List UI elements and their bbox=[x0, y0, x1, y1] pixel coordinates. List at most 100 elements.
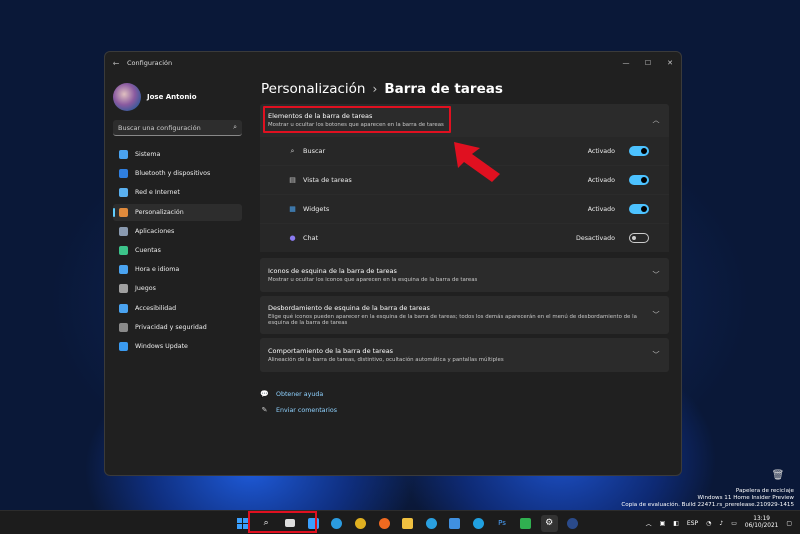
language-indicator[interactable]: ESP bbox=[687, 520, 698, 527]
section-header[interactable]: Comportamiento de la barra de tareas Alin… bbox=[260, 338, 669, 372]
get-help-link[interactable]: 💬 Obtener ayuda bbox=[260, 386, 669, 402]
google-drive-icon[interactable] bbox=[517, 515, 534, 532]
sidebar-item-label: Hora e idioma bbox=[135, 266, 180, 274]
sidebar-item-label: Bluetooth y dispositivos bbox=[135, 170, 211, 178]
sidebar-item-label: Windows Update bbox=[135, 342, 188, 350]
settings-gear-icon[interactable]: ⚙ bbox=[540, 514, 558, 532]
get-help-label: Obtener ayuda bbox=[276, 390, 324, 398]
send-feedback-label: Enviar comentarios bbox=[276, 406, 338, 414]
taskbar-items-header[interactable]: Elementos de la barra de tareas Mostrar … bbox=[260, 104, 669, 136]
wifi-icon[interactable]: ◔ bbox=[706, 520, 711, 527]
person-icon bbox=[119, 245, 128, 255]
section-description: Mostrar u ocultar los iconos que aparece… bbox=[268, 277, 478, 283]
chevron-up-tray-icon[interactable]: ︿ bbox=[646, 519, 652, 528]
sync-app-icon[interactable] bbox=[470, 515, 487, 532]
back-button[interactable]: ← bbox=[105, 59, 127, 68]
sidebar-item-label: Juegos bbox=[135, 285, 156, 293]
taskbar-item-label: Widgets bbox=[303, 205, 330, 213]
close-button[interactable]: ✕ bbox=[659, 59, 681, 67]
page-title: Barra de tareas bbox=[384, 81, 503, 97]
accessibility-icon bbox=[119, 303, 128, 313]
bluetooth-icon bbox=[119, 169, 128, 179]
sidebar-item[interactable]: Privacidad y seguridad bbox=[113, 319, 242, 336]
recycle-bin-label: Papelera de reciclaje bbox=[735, 488, 794, 494]
taskbar-item-label: Chat bbox=[303, 234, 319, 242]
sidebar-item[interactable]: Juegos bbox=[113, 280, 242, 297]
firefox-icon[interactable] bbox=[376, 515, 393, 532]
chrome-icon[interactable] bbox=[352, 515, 369, 532]
settings-section-card[interactable]: Comportamiento de la barra de tareas Alin… bbox=[260, 338, 669, 372]
user-name: Jose Antonio bbox=[147, 93, 197, 101]
section-header[interactable]: Desbordamiento de esquina de la barra de… bbox=[260, 296, 669, 334]
photoshop-icon[interactable]: Ps bbox=[494, 515, 511, 532]
update-icon bbox=[119, 341, 128, 351]
toggle-switch[interactable] bbox=[629, 233, 649, 243]
help-links: 💬 Obtener ayuda ✎ Enviar comentarios bbox=[260, 386, 669, 418]
toggle-switch[interactable] bbox=[629, 204, 649, 214]
wifi-icon bbox=[119, 188, 128, 198]
sidebar-item[interactable]: Windows Update bbox=[113, 338, 242, 355]
gamepad-icon bbox=[119, 284, 128, 294]
sidebar: Jose Antonio ⌕ Sistema Bluetooth y dispos… bbox=[105, 74, 250, 475]
section-title: Desbordamiento de esquina de la barra de… bbox=[268, 304, 430, 312]
sidebar-item[interactable]: Red e Internet bbox=[113, 184, 242, 201]
clock[interactable]: 13:19 06/10/2021 bbox=[745, 516, 778, 531]
file-explorer-icon[interactable] bbox=[399, 515, 416, 532]
notifications-icon[interactable]: ▢ bbox=[786, 520, 792, 527]
user-profile[interactable]: Jose Antonio bbox=[113, 80, 242, 114]
chevron-down-icon[interactable]: ﹀ bbox=[651, 350, 661, 360]
toggle-status: Activado bbox=[587, 205, 615, 213]
red-arrow-annotation bbox=[454, 142, 500, 182]
section-description: Alineación de la barra de tareas, distin… bbox=[268, 357, 504, 363]
edge-icon[interactable] bbox=[328, 515, 345, 532]
sidebar-item[interactable]: Aplicaciones bbox=[113, 223, 242, 240]
chevron-down-icon[interactable]: ﹀ bbox=[651, 270, 661, 280]
taskbar-item-row: ● Chat Desactivado bbox=[260, 224, 669, 252]
minimize-button[interactable]: — bbox=[615, 59, 637, 67]
window-title: Configuración bbox=[127, 59, 173, 67]
section-header[interactable]: Iconos de esquina de la barra de tareas M… bbox=[260, 258, 669, 292]
globe-clock-icon bbox=[119, 265, 128, 275]
chevron-down-icon[interactable]: ﹀ bbox=[651, 310, 661, 320]
settings-section-card[interactable]: Desbordamiento de esquina de la barra de… bbox=[260, 296, 669, 334]
sidebar-item-label: Red e Internet bbox=[135, 189, 180, 197]
breadcrumb: Personalización › Barra de tareas bbox=[260, 74, 669, 104]
battery-icon[interactable]: ▭ bbox=[731, 520, 737, 527]
maximize-button[interactable]: ☐ bbox=[637, 59, 659, 67]
toggle-status: Activado bbox=[587, 176, 615, 184]
section-title: Iconos de esquina de la barra de tareas bbox=[268, 267, 397, 275]
taskbar: ⌕ Ps ⚙ ︿ ▣ ◧ ESP ◔ ♪ ▭ 13:19 06/10/2021 … bbox=[0, 510, 800, 534]
feedback-icon: ✎ bbox=[261, 406, 268, 414]
toggle-switch[interactable] bbox=[629, 175, 649, 185]
toggle-switch[interactable] bbox=[629, 146, 649, 156]
chat-icon: ● bbox=[289, 234, 296, 242]
tray-app-icon[interactable]: ▣ bbox=[660, 520, 666, 527]
search-box: ⌕ bbox=[113, 120, 242, 136]
avatar bbox=[113, 83, 141, 111]
breadcrumb-separator: › bbox=[372, 82, 378, 96]
brush-icon bbox=[119, 207, 128, 217]
sidebar-item[interactable]: Personalización bbox=[113, 203, 242, 221]
volume-icon[interactable]: ♪ bbox=[719, 520, 723, 527]
sidebar-item[interactable]: Sistema bbox=[113, 146, 242, 163]
telegram-icon[interactable] bbox=[423, 515, 440, 532]
sidebar-item-label: Aplicaciones bbox=[135, 227, 175, 235]
sidebar-item-label: Privacidad y seguridad bbox=[135, 323, 207, 331]
sidebar-item[interactable]: Cuentas bbox=[113, 242, 242, 259]
chevron-up-icon[interactable]: ︿ bbox=[651, 115, 661, 125]
clock-time: 13:19 bbox=[753, 515, 770, 522]
steam-icon[interactable] bbox=[564, 515, 581, 532]
sidebar-item[interactable]: Hora e idioma bbox=[113, 261, 242, 278]
settings-section-card[interactable]: Iconos de esquina de la barra de tareas M… bbox=[260, 258, 669, 292]
apps-icon bbox=[119, 226, 128, 236]
sidebar-item[interactable]: Accesibilidad bbox=[113, 300, 242, 317]
send-feedback-link[interactable]: ✎ Enviar comentarios bbox=[260, 402, 669, 418]
sidebar-item[interactable]: Bluetooth y dispositivos bbox=[113, 165, 242, 182]
search-icon[interactable]: ⌕ bbox=[233, 123, 237, 132]
recycle-bin-icon[interactable]: 🗑 bbox=[768, 470, 788, 486]
search-input[interactable] bbox=[118, 123, 234, 132]
store-icon[interactable] bbox=[446, 515, 463, 532]
tray-app-icon-2[interactable]: ◧ bbox=[673, 520, 679, 527]
highlight-box bbox=[263, 106, 451, 133]
breadcrumb-parent[interactable]: Personalización bbox=[261, 81, 366, 97]
